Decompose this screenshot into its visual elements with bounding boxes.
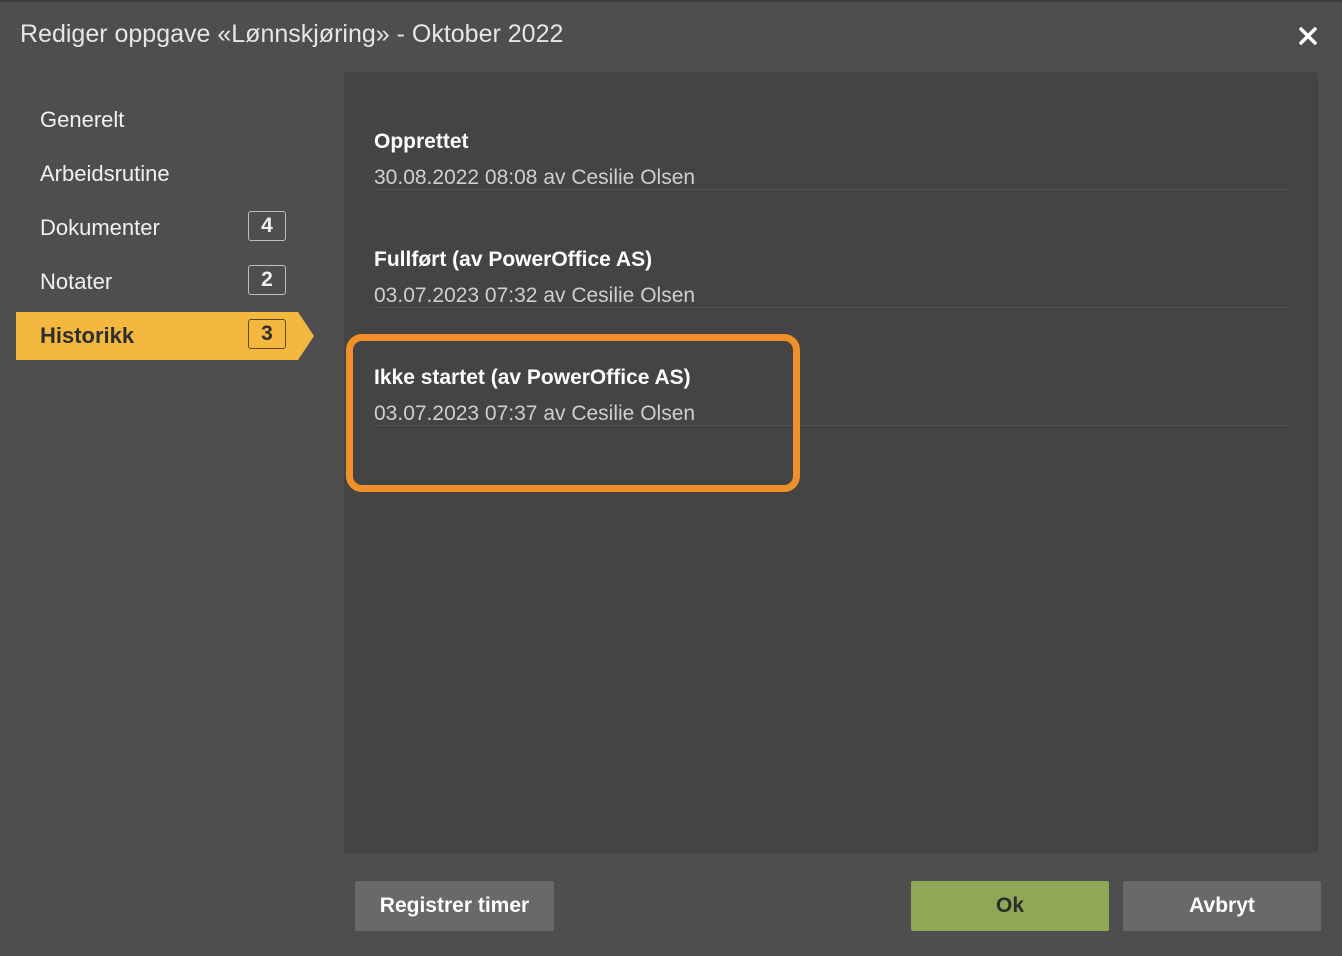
dialog-title: Rediger oppgave «Lønnskjøring» - Oktober…	[20, 20, 564, 48]
count-badge: 3	[248, 319, 286, 349]
history-entry-meta: 03.07.2023 07:37 av Cesilie Olsen	[374, 402, 696, 425]
sidebar-item-arbeidsrutine[interactable]: Arbeidsrutine	[16, 150, 298, 198]
sidebar-item-label: Arbeidsrutine	[40, 161, 170, 186]
sidebar-item-label: Historikk	[40, 323, 135, 348]
history-entry: Fullført (av PowerOffice AS) 03.07.2023 …	[374, 190, 1288, 308]
sidebar-item-historikk[interactable]: Historikk 3	[16, 312, 314, 360]
count-badge: 2	[248, 265, 286, 295]
sidebar-item-label: Notater	[40, 269, 113, 294]
sidebar-item-generelt[interactable]: Generelt	[16, 96, 298, 144]
history-entry-title: Fullført (av PowerOffice AS)	[374, 248, 653, 271]
close-button[interactable]	[1294, 22, 1322, 50]
sidebar-item-label: Dokumenter	[40, 215, 160, 240]
close-icon	[1299, 27, 1317, 45]
history-entry-meta: 30.08.2022 08:08 av Cesilie Olsen	[374, 166, 696, 189]
sidebar-nav: Generelt Arbeidsrutine Dokumenter 4 Nota…	[16, 96, 316, 366]
ok-button[interactable]: Ok	[911, 881, 1109, 931]
history-entry: Opprettet 30.08.2022 08:08 av Cesilie Ol…	[374, 72, 1288, 190]
count-badge: 4	[248, 211, 286, 241]
history-panel: Opprettet 30.08.2022 08:08 av Cesilie Ol…	[344, 72, 1318, 853]
history-entry-title: Ikke startet (av PowerOffice AS)	[374, 366, 691, 389]
edit-task-dialog: Rediger oppgave «Lønnskjøring» - Oktober…	[0, 0, 1342, 956]
sidebar-item-notater[interactable]: Notater 2	[16, 258, 298, 306]
history-entry-meta: 03.07.2023 07:32 av Cesilie Olsen	[374, 284, 696, 307]
history-entry: Ikke startet (av PowerOffice AS) 03.07.2…	[374, 308, 1288, 426]
register-hours-button[interactable]: Registrer timer	[355, 881, 554, 931]
sidebar-item-dokumenter[interactable]: Dokumenter 4	[16, 204, 298, 252]
sidebar-item-label: Generelt	[40, 107, 125, 132]
history-entry-title: Opprettet	[374, 130, 469, 153]
cancel-button[interactable]: Avbryt	[1123, 881, 1321, 931]
